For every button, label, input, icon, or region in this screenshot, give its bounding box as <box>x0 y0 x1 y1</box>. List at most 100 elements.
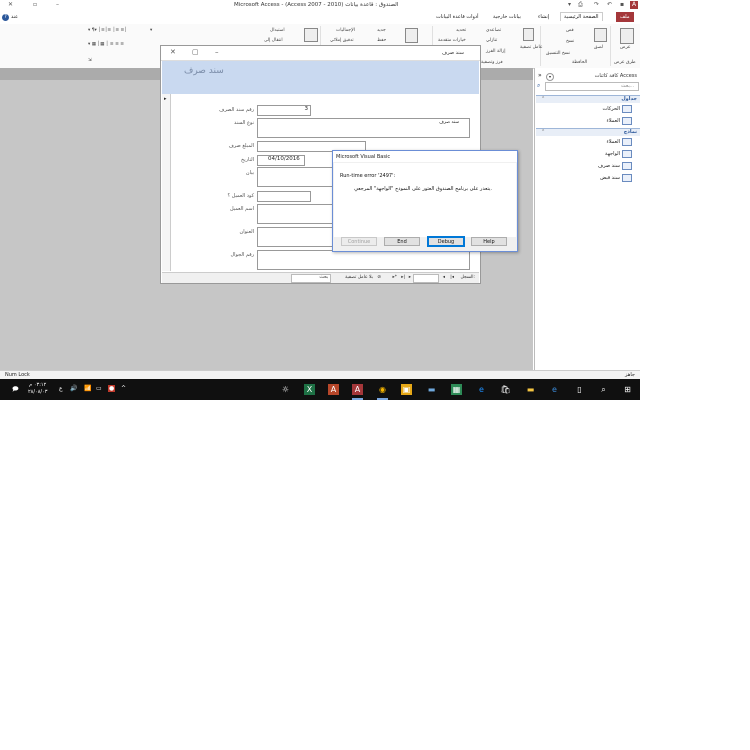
help-button[interactable]: Help <box>471 237 507 246</box>
new-record-button[interactable]: جديد <box>377 28 386 33</box>
nav-item-form[interactable]: سند قبض <box>536 172 640 183</box>
restore-button[interactable]: ▫ <box>33 1 37 8</box>
undo-icon[interactable]: ↶ <box>607 1 612 8</box>
access-icon[interactable]: A <box>352 384 363 395</box>
filter-button-label[interactable]: عامل تصفية <box>520 45 543 50</box>
notifications-icon[interactable]: 🗩 <box>12 385 19 395</box>
end-button[interactable]: End <box>384 237 420 246</box>
nav-search-input[interactable]: بحث... <box>545 82 639 91</box>
tab-external-data[interactable]: بيانات خارجية <box>493 14 521 20</box>
volume-icon[interactable]: 🔊 <box>70 385 77 392</box>
search-taskbar-icon[interactable]: ⌕ <box>598 384 609 395</box>
nav-collapse-icon[interactable]: » <box>538 72 542 79</box>
font-size-dropdown[interactable]: ▾ ¶▾ │≡│≡ │≡ ≡│ <box>88 28 127 33</box>
nav-menu-icon[interactable]: ▾ <box>546 73 554 81</box>
close-icon[interactable]: ✕ <box>170 48 176 56</box>
copy-button[interactable]: نسخ <box>566 39 574 44</box>
tab-database-tools[interactable]: أدوات قاعدة البيانات <box>436 14 479 20</box>
save-icon[interactable]: ▪ <box>620 1 624 8</box>
refresh-all-icon[interactable] <box>405 28 418 43</box>
advanced-button[interactable]: خيارات متقدمة <box>438 38 466 43</box>
nav-item-form[interactable]: الواجهة <box>536 148 640 159</box>
tab-file[interactable]: ملف <box>616 12 634 22</box>
filter-icon[interactable] <box>523 28 534 41</box>
print-icon[interactable]: ⎙ <box>578 1 583 9</box>
tab-home[interactable]: الصفحة الرئيسية <box>560 12 603 21</box>
record-number-input[interactable] <box>413 274 439 283</box>
type-field[interactable]: سند صرف <box>257 118 470 138</box>
quick-access-customize-icon[interactable]: ▾ <box>568 1 571 8</box>
date-field[interactable]: 04/10/2016 <box>257 155 305 166</box>
next-record-icon[interactable]: ▸ <box>409 275 411 280</box>
close-button[interactable]: ✕ <box>8 1 13 8</box>
new-record-icon[interactable]: ▸* <box>392 275 397 280</box>
totals-button[interactable]: الإجماليات <box>336 28 355 33</box>
store-icon[interactable]: 🛍 <box>500 384 511 395</box>
alignment-tools[interactable]: ▾ ▦ │▦ │ ≡ ≡ ≡ <box>88 42 124 47</box>
form-window-titlebar[interactable]: ✕ ▢ – سند صرف <box>161 46 480 61</box>
file-explorer-icon[interactable]: ▬ <box>525 384 536 395</box>
save-record-button[interactable]: حفظ <box>377 38 386 43</box>
client-code-field[interactable] <box>257 191 311 202</box>
text-format-icons[interactable]: ⇲ <box>88 58 92 63</box>
show-hidden-icons-chevron-icon[interactable]: ^ <box>121 385 126 392</box>
replace-button[interactable]: استبدال <box>270 28 285 33</box>
nav-item-table[interactable]: العملاء <box>536 115 640 126</box>
minimize-icon[interactable]: – <box>215 48 219 56</box>
search-icon[interactable]: ⌕ <box>537 82 540 90</box>
paste-label[interactable]: لصق <box>594 45 603 50</box>
view-button-label[interactable]: عرض <box>620 45 631 50</box>
chrome-icon[interactable]: ◉ <box>377 384 388 395</box>
font-dropdown[interactable]: ▾ <box>150 28 152 33</box>
tell-me-label[interactable]: عند <box>11 14 18 20</box>
cut-button[interactable]: قص <box>566 28 574 33</box>
dialog-titlebar[interactable]: Microsoft Visual Basic <box>333 151 517 162</box>
debug-button[interactable]: Debug <box>427 236 465 247</box>
voucher-no-field[interactable]: 3 <box>257 105 311 116</box>
find-icon[interactable] <box>304 28 318 42</box>
no-filter-label[interactable]: بلا عامل تصفية <box>345 275 373 280</box>
client-name-field[interactable] <box>257 204 335 224</box>
sort-descending-button[interactable]: تنازلي <box>486 38 497 43</box>
blue-app-icon[interactable]: ▬ <box>426 384 437 395</box>
nav-item-form[interactable]: العملاء <box>536 136 640 147</box>
task-view-icon[interactable]: ▯ <box>574 384 585 395</box>
mobile-field[interactable] <box>257 250 470 270</box>
sort-ascending-button[interactable]: تصاعدي <box>486 28 501 33</box>
clock[interactable]: ٠٣:١٢ م ٢٨/٠٨/٠٣ <box>28 382 47 396</box>
antivirus-icon[interactable]: ● <box>108 385 116 392</box>
goto-button[interactable]: انتقال إلى <box>264 38 283 43</box>
address-field[interactable] <box>257 227 335 247</box>
tab-create[interactable]: إنشاء <box>538 14 549 20</box>
nav-item-table[interactable]: الحركات <box>536 103 640 114</box>
view-icon[interactable] <box>620 28 634 44</box>
redo-icon[interactable]: ↷ <box>594 1 599 8</box>
nav-group-forms[interactable]: ⌃ نماذج <box>536 128 640 136</box>
format-painter-button[interactable]: نسخ التنسيق <box>546 51 570 56</box>
continue-button[interactable]: Continue <box>341 237 377 246</box>
yellow-app-icon[interactable]: ▣ <box>401 384 412 395</box>
first-record-icon[interactable]: |◂ <box>450 275 454 280</box>
record-search-input[interactable]: بحث <box>291 274 331 283</box>
battery-icon[interactable]: ▭ <box>96 385 102 392</box>
network-icon[interactable]: 📶 <box>84 385 91 392</box>
remove-sort-button[interactable]: إزالة الفرز <box>486 49 505 54</box>
last-record-icon[interactable]: ▸| <box>401 275 405 280</box>
spelling-button[interactable]: تدقيق إملائي <box>330 38 354 43</box>
edge-icon[interactable]: e <box>549 384 560 395</box>
paste-icon[interactable] <box>594 28 607 42</box>
selection-button[interactable]: تحديد <box>456 28 466 33</box>
internet-explorer-icon[interactable]: e <box>476 384 487 395</box>
language-indicator[interactable]: ع <box>59 385 63 392</box>
start-windows-icon[interactable]: ⊞ <box>622 384 633 395</box>
vba-error-dialog[interactable]: Microsoft Visual Basic Run-time error '2… <box>332 150 518 252</box>
app-icon[interactable]: ☼ <box>280 384 291 395</box>
access-alt-icon[interactable]: A <box>328 384 339 395</box>
green-app-icon[interactable]: ▦ <box>451 384 462 395</box>
nav-group-tables[interactable]: ⌃ جداول <box>536 95 640 103</box>
statement-field[interactable] <box>257 167 335 187</box>
record-selector[interactable]: ▸ <box>162 94 171 271</box>
nav-item-form[interactable]: سند صرف <box>536 160 640 171</box>
minimize-button[interactable]: – <box>56 1 59 8</box>
excel-icon[interactable]: X <box>304 384 315 395</box>
